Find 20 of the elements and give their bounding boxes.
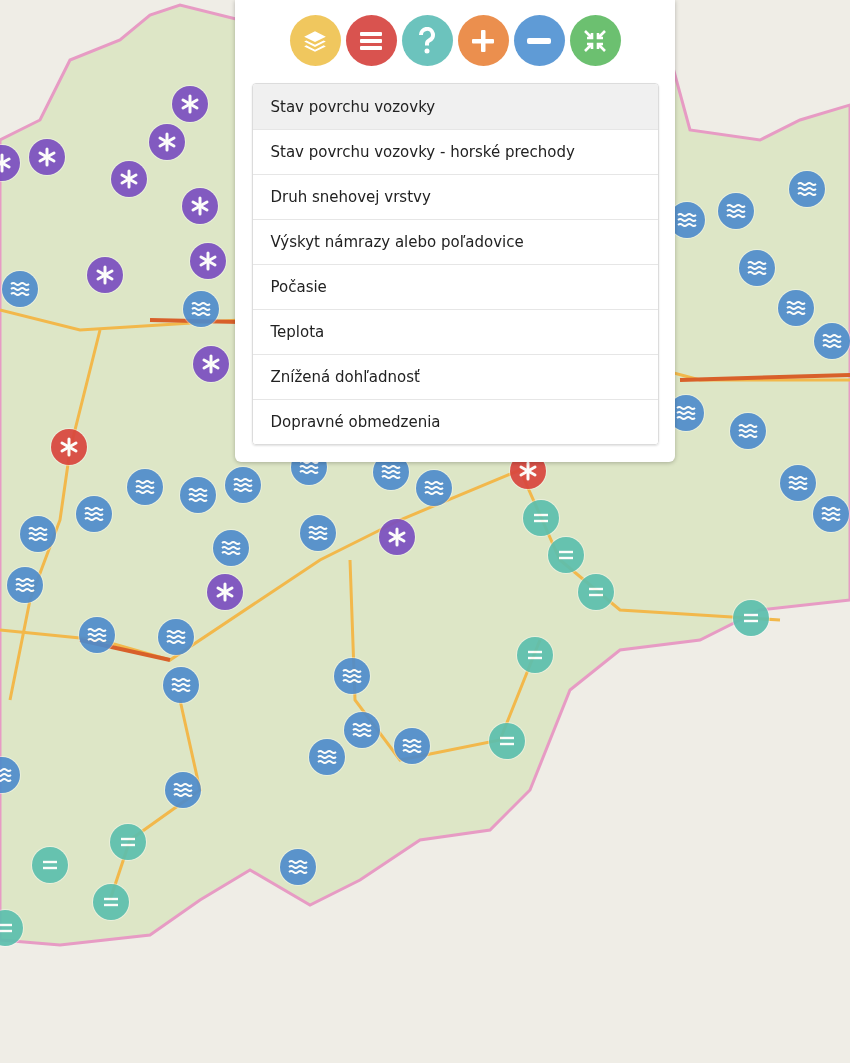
layer-menu-item[interactable]: Stav povrchu vozovky	[252, 84, 658, 129]
layer-menu-item[interactable]: Stav povrchu vozovky - horské prechody	[252, 129, 658, 174]
equals-marker[interactable]	[733, 600, 769, 636]
layers-button[interactable]	[289, 15, 341, 66]
zoom-in-button[interactable]	[457, 15, 509, 66]
zoom-in-icon	[471, 28, 495, 53]
layer-menu-item[interactable]: Dopravné obmedzenia	[252, 399, 658, 444]
layer-menu-item[interactable]: Teplota	[252, 309, 658, 354]
help-icon	[418, 26, 436, 55]
layer-menu-item[interactable]: Znížená dohľadnosť	[252, 354, 658, 399]
menu-icon	[359, 29, 383, 52]
zoom-out-icon	[527, 37, 551, 44]
layer-menu-item[interactable]: Počasie	[252, 264, 658, 309]
help-button[interactable]	[401, 15, 453, 66]
layer-menu-item[interactable]: Výskyt námrazy alebo poľadovice	[252, 219, 658, 264]
layer-menu-item[interactable]: Druh snehovej vrstvy	[252, 174, 658, 219]
zoom-out-button[interactable]	[513, 15, 565, 66]
collapse-button[interactable]	[569, 15, 621, 66]
collapse-icon	[583, 28, 607, 53]
menu-button[interactable]	[345, 15, 397, 66]
